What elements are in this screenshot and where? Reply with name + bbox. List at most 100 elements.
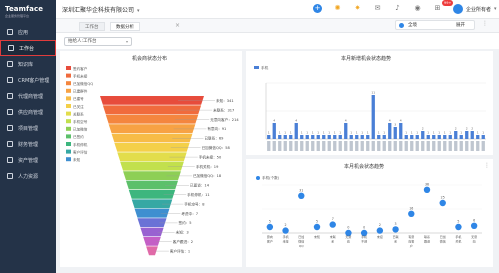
funnel-segment[interactable]: [105, 114, 199, 124]
sidebar-item[interactable]: 代理商管理: [0, 88, 56, 104]
more-icon[interactable]: ⋮: [482, 20, 488, 27]
bar[interactable]: [415, 135, 419, 139]
funnel-segment[interactable]: [117, 152, 187, 162]
bar[interactable]: [344, 123, 348, 139]
bar[interactable]: [360, 135, 364, 139]
sidebar-item[interactable]: 供应商管理: [0, 104, 56, 120]
funnel-segment[interactable]: [114, 143, 190, 152]
bar[interactable]: [333, 135, 337, 139]
x-tick-label: [322, 141, 326, 151]
bar[interactable]: [470, 131, 474, 139]
bar[interactable]: [349, 135, 353, 139]
scatter-point[interactable]: [455, 223, 462, 231]
scatter-point[interactable]: [298, 192, 305, 199]
bar[interactable]: [278, 135, 282, 139]
bar[interactable]: [481, 135, 485, 139]
funnel-segment[interactable]: [128, 190, 176, 199]
scatter-point[interactable]: [282, 227, 289, 234]
bar[interactable]: [443, 135, 447, 139]
funnel-segment[interactable]: [120, 161, 184, 171]
scatter-point[interactable]: [439, 199, 446, 207]
bar[interactable]: [421, 131, 425, 139]
bar[interactable]: [366, 135, 370, 139]
bar[interactable]: [410, 135, 414, 139]
grid-icon[interactable]: ⊞: [433, 4, 442, 13]
plus-icon[interactable]: +: [313, 4, 322, 13]
logo[interactable]: Teamface 企业服务管理平台: [5, 5, 53, 19]
eye-icon[interactable]: ◉: [413, 4, 422, 13]
sidebar-item[interactable]: 项目管理: [0, 120, 56, 136]
sidebar-item[interactable]: 人力资源: [0, 168, 56, 184]
funnel-segment[interactable]: [146, 246, 158, 256]
mail-icon[interactable]: ✉: [373, 4, 382, 13]
bar[interactable]: [316, 135, 320, 139]
funnel-segment[interactable]: [123, 171, 181, 180]
company-selector[interactable]: 深圳汇聚华企科技有限公司 ▾: [62, 5, 140, 14]
scatter-point[interactable]: [408, 210, 415, 217]
bar[interactable]: [448, 135, 452, 139]
bar[interactable]: [426, 135, 430, 139]
funnel-segment[interactable]: [131, 199, 173, 209]
funnel-segment[interactable]: [125, 180, 179, 190]
funnel-segment[interactable]: [100, 96, 204, 105]
funnel-segment[interactable]: [111, 133, 193, 143]
sidebar-item[interactable]: 资产管理: [0, 152, 56, 168]
funnel-segment[interactable]: [143, 237, 161, 246]
close-icon[interactable]: ×: [175, 22, 180, 29]
scatter-point[interactable]: [376, 227, 384, 234]
bar[interactable]: [465, 131, 469, 139]
sun-icon[interactable]: ✷: [353, 4, 362, 13]
bar[interactable]: [459, 135, 463, 139]
funnel-segment[interactable]: [102, 105, 202, 115]
scatter-point[interactable]: [313, 223, 321, 231]
sidebar-item[interactable]: CRM客户管理: [0, 72, 56, 88]
bar[interactable]: [437, 135, 441, 139]
bar[interactable]: [305, 135, 309, 139]
funnel-segment[interactable]: [140, 227, 164, 237]
bar[interactable]: [300, 135, 304, 139]
bar[interactable]: [454, 131, 458, 139]
sun-icon[interactable]: ✺: [333, 4, 342, 13]
sidebar-item[interactable]: 应用: [0, 24, 56, 40]
expand-button[interactable]: 展开: [456, 22, 465, 28]
scatter-point[interactable]: [266, 223, 274, 231]
filter-select[interactable]: 拍给人:工作台 ▾: [64, 37, 132, 46]
bar[interactable]: [272, 123, 276, 139]
funnel-segment[interactable]: [108, 124, 196, 133]
scatter-point[interactable]: [329, 221, 336, 228]
bar[interactable]: [289, 135, 293, 139]
sidebar-item[interactable]: 财务管理: [0, 136, 56, 152]
bar[interactable]: [267, 135, 271, 139]
bar[interactable]: [322, 135, 326, 139]
scatter-point[interactable]: [470, 222, 478, 229]
bar[interactable]: [404, 135, 408, 139]
bar[interactable]: [327, 135, 331, 139]
bar[interactable]: [393, 127, 397, 139]
funnel-segment[interactable]: [134, 208, 170, 218]
bar[interactable]: [311, 135, 315, 139]
funnel-segment[interactable]: [137, 218, 167, 227]
user-menu[interactable]: 企业所有者 ▾: [453, 4, 497, 14]
tab-data-analysis[interactable]: 数据分析: [110, 22, 140, 31]
bar[interactable]: [355, 135, 359, 139]
scatter-point[interactable]: [423, 186, 431, 193]
bar[interactable]: [371, 95, 375, 139]
sidebar-item-label: 工作台: [19, 45, 35, 52]
bar[interactable]: [283, 135, 287, 139]
bell-icon[interactable]: ♪: [393, 4, 402, 13]
scatter-point[interactable]: [392, 226, 399, 233]
bar[interactable]: [476, 135, 480, 139]
bar[interactable]: [338, 135, 342, 139]
x-tick-label: 向: [473, 239, 476, 244]
sidebar-item[interactable]: 工作台: [0, 40, 56, 56]
bar[interactable]: [377, 135, 381, 139]
bar[interactable]: [432, 135, 436, 139]
bar[interactable]: [382, 135, 386, 139]
bar[interactable]: [388, 123, 392, 139]
more-icon[interactable]: ⋮: [484, 162, 490, 169]
sidebar-item[interactable]: 知识库: [0, 56, 56, 72]
tab-workbench[interactable]: 工作台: [79, 22, 105, 31]
bar[interactable]: [399, 123, 403, 139]
module-selector[interactable]: 全境 展开: [395, 20, 475, 30]
bar[interactable]: [294, 123, 298, 139]
